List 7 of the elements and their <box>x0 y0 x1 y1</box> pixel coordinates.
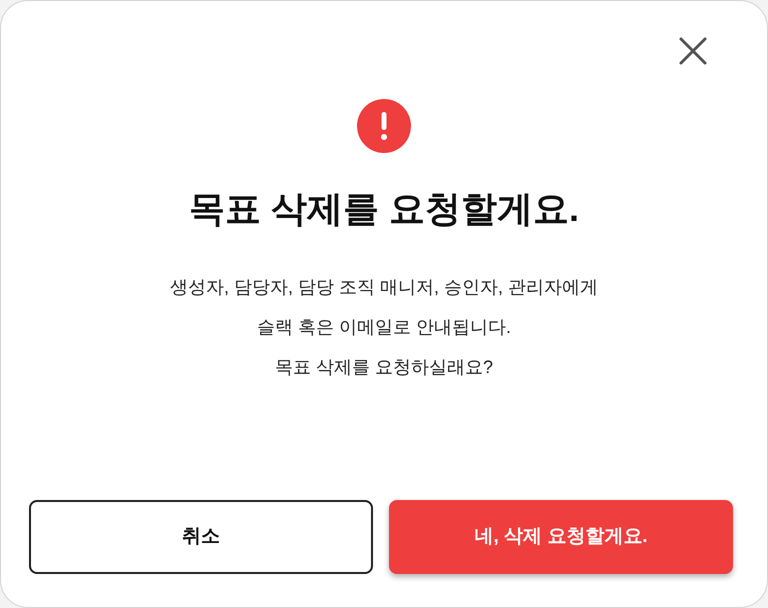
message-line: 목표 삭제를 요청하실래요? <box>274 356 493 379</box>
alert-icon <box>357 99 411 153</box>
confirm-button[interactable]: 네, 삭제 요청할게요. <box>389 500 733 574</box>
message-line: 슬랙 혹은 이메일로 안내됩니다. <box>256 316 511 339</box>
cancel-button[interactable]: 취소 <box>29 500 373 574</box>
dialog-title: 목표 삭제를 요청할게요. <box>188 187 579 231</box>
message-line: 생성자, 담당자, 담당 조직 매니저, 승인자, 관리자에게 <box>170 276 598 299</box>
